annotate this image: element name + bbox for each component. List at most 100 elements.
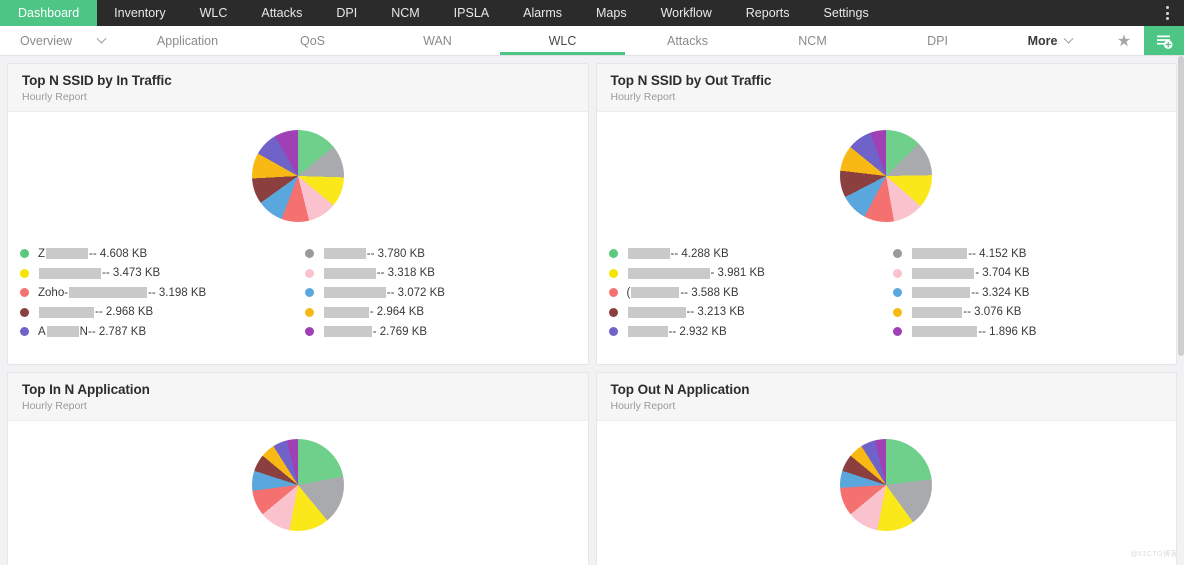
redacted-label-block [912, 287, 970, 298]
legend-item[interactable]: -- 3.318 KB [299, 264, 574, 284]
top-navigation-bar: DashboardInventoryWLCAttacksDPINCMIPSLAA… [0, 0, 1184, 26]
redacted-label-block [324, 268, 376, 279]
legend-item[interactable]: - 3.981 KB [603, 264, 878, 284]
topnav-item-wlc[interactable]: WLC [183, 0, 245, 26]
subnav-item-label: DPI [927, 34, 948, 48]
legend-color-dot [20, 308, 29, 317]
legend-label: -- 3.780 KB [323, 248, 425, 260]
widget-title: Top N SSID by In Traffic [22, 73, 574, 88]
legend-item[interactable]: -- 4.152 KB [887, 244, 1162, 264]
scrollbar-thumb[interactable] [1178, 56, 1184, 356]
subnav-item-label: Attacks [667, 34, 708, 48]
legend-item[interactable]: (-- 3.588 KB [603, 283, 878, 303]
pie-chart[interactable] [840, 439, 932, 531]
widget-card[interactable]: Top N SSID by In TrafficHourly ReportZ--… [7, 63, 589, 365]
subnav-item-ncm[interactable]: NCM [750, 26, 875, 55]
chevron-down-icon[interactable] [97, 34, 107, 44]
legend-item[interactable]: -- 3.780 KB [299, 244, 574, 264]
legend-value: -- 3.588 KB [680, 287, 738, 299]
legend-value: - 2.964 KB [370, 306, 424, 318]
legend-item[interactable]: -- 3.072 KB [299, 283, 574, 303]
subnav-item-attacks[interactable]: Attacks [625, 26, 750, 55]
legend-item[interactable]: Z-- 4.608 KB [14, 244, 289, 264]
subnav-item-overview[interactable]: Overview [0, 26, 125, 55]
legend-item[interactable]: -- 2.968 KB [14, 303, 289, 323]
topnav-item-settings[interactable]: Settings [807, 0, 886, 26]
subnav-item-more[interactable]: More [1000, 26, 1100, 55]
subnav-item-wlc[interactable]: WLC [500, 26, 625, 55]
legend-item[interactable]: -- 3.213 KB [603, 303, 878, 323]
star-icon[interactable]: ★ [1104, 26, 1144, 55]
pie-chart[interactable] [840, 130, 932, 222]
legend-value: -- 2.968 KB [95, 306, 153, 318]
chevron-down-icon[interactable] [1064, 34, 1074, 44]
topnav-item-attacks[interactable]: Attacks [244, 0, 319, 26]
legend-color-dot [609, 269, 618, 278]
subnav-item-dpi[interactable]: DPI [875, 26, 1000, 55]
redacted-label-block [39, 268, 101, 279]
legend-value: -- 3.318 KB [377, 267, 435, 279]
subnav-item-wan[interactable]: WAN [375, 26, 500, 55]
legend-label: Zoho--- 3.198 KB [38, 287, 206, 299]
legend-label: - 3.981 KB [627, 267, 765, 279]
kebab-menu-icon[interactable] [1154, 0, 1180, 26]
subnav-item-application[interactable]: Application [125, 26, 250, 55]
topnav-item-ipsla[interactable]: IPSLA [437, 0, 506, 26]
legend-item[interactable]: -- 3.324 KB [887, 283, 1162, 303]
legend-label-prefix: A [38, 326, 46, 338]
legend-item[interactable]: - 2.964 KB [299, 303, 574, 323]
topnav-item-maps[interactable]: Maps [579, 0, 644, 26]
widget-subtitle: Hourly Report [611, 400, 1163, 412]
topnav-item-workflow[interactable]: Workflow [644, 0, 729, 26]
vertical-scrollbar[interactable] [1178, 56, 1184, 557]
widget-title: Top Out N Application [611, 382, 1163, 397]
redacted-label-block [912, 326, 977, 337]
widget-header: Top In N Application Hourly Report [8, 373, 588, 421]
legend-value: - 2.769 KB [373, 326, 427, 338]
topnav-item-dpi[interactable]: DPI [319, 0, 374, 26]
legend-item[interactable]: -- 3.473 KB [14, 264, 289, 284]
subnav-item-qos[interactable]: QoS [250, 26, 375, 55]
chart-legend: -- 4.288 KB -- 4.152 KB - 3.981 KB - 3.704 … [597, 224, 1177, 342]
legend-item[interactable]: Zoho--- 3.198 KB [14, 283, 289, 303]
pie-chart[interactable] [252, 130, 344, 222]
pie-chart[interactable] [252, 439, 344, 531]
redacted-label-block [324, 326, 372, 337]
legend-item[interactable]: - 3.704 KB [887, 264, 1162, 284]
legend-color-dot [305, 327, 314, 336]
widget-card[interactable]: Top Out N Application Hourly Report [596, 372, 1178, 565]
redacted-label-block [628, 307, 686, 318]
widget-card[interactable]: Top N SSID by Out TrafficHourly Report--… [596, 63, 1178, 365]
dashboard-widget-grid: Top N SSID by In Traffic Hourly Report Z--… [0, 56, 1184, 565]
legend-item[interactable]: AN-- 2.787 KB [14, 322, 289, 342]
widget-subtitle: Hourly Report [22, 400, 574, 412]
kebab-dot [1166, 17, 1169, 20]
subnav-item-label: More [1028, 34, 1058, 48]
add-widget-button[interactable] [1144, 26, 1184, 55]
subnav-item-label: Application [157, 34, 218, 48]
legend-value: -- 4.288 KB [671, 248, 729, 260]
widget-card[interactable]: Top In N Application Hourly Report [7, 372, 589, 565]
legend-label: -- 4.288 KB [627, 248, 729, 260]
topnav-item-inventory[interactable]: Inventory [97, 0, 182, 26]
legend-item[interactable]: -- 1.896 KB [887, 322, 1162, 342]
legend-item[interactable]: -- 4.288 KB [603, 244, 878, 264]
legend-item[interactable]: - 2.769 KB [299, 322, 574, 342]
legend-label: -- 1.896 KB [911, 326, 1036, 338]
widget-subtitle: Hourly Report [611, 91, 1163, 103]
topnav-item-dashboard[interactable]: Dashboard [0, 0, 97, 26]
legend-item[interactable]: -- 2.932 KB [603, 322, 878, 342]
topnav-item-reports[interactable]: Reports [729, 0, 807, 26]
topnav-item-ncm[interactable]: NCM [374, 0, 436, 26]
sub-navigation-bar: Overview Application QoS WANWLC Attacks NCM DP… [0, 26, 1184, 56]
legend-value: - 3.981 KB [711, 267, 765, 279]
legend-value: -- 2.787 KB [88, 326, 146, 338]
subnav-item-label: QoS [300, 34, 325, 48]
topnav-item-alarms[interactable]: Alarms [506, 0, 579, 26]
legend-label: (-- 3.588 KB [627, 287, 739, 299]
legend-item[interactable]: -- 3.076 KB [887, 303, 1162, 323]
pie-chart-area [8, 112, 588, 224]
widget-title: Top In N Application [22, 382, 574, 397]
legend-value: -- 3.473 KB [102, 267, 160, 279]
legend-label: -- 3.473 KB [38, 267, 160, 279]
